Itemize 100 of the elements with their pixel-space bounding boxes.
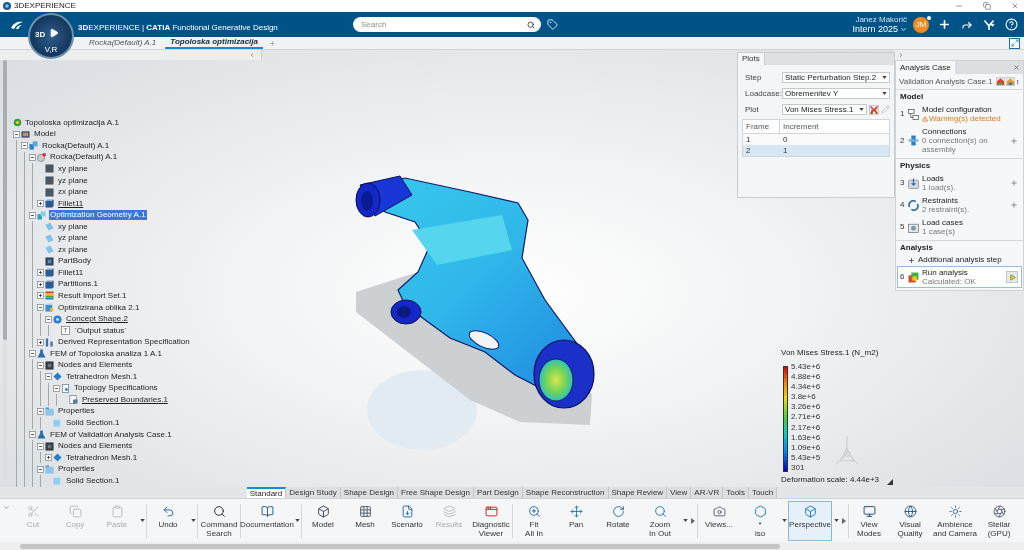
tree-item[interactable]: Optimizirana oblika 2.1 xyxy=(57,302,141,313)
tree-item[interactable]: Fillet11 xyxy=(57,198,85,209)
caret-icon[interactable] xyxy=(833,519,839,522)
collapse-toggle-icon[interactable] xyxy=(37,361,44,369)
table-row[interactable]: 2 1 xyxy=(743,145,889,156)
search-field[interactable]: Search xyxy=(353,17,541,32)
tree-item[interactable]: zx plane xyxy=(57,244,89,255)
zoom-button[interactable]: Zoom In Out xyxy=(639,500,681,541)
tree-item[interactable]: yz plane xyxy=(57,233,89,244)
chevron-down-icon[interactable] xyxy=(900,25,907,33)
compass-button[interactable]: 3D V,R xyxy=(28,13,74,59)
tree-item[interactable]: xy plane xyxy=(57,221,89,232)
collapse-toggle-icon[interactable] xyxy=(53,384,60,392)
house-icon[interactable] xyxy=(1006,77,1015,86)
collapse-toggle-icon[interactable] xyxy=(37,442,44,450)
collapse-toggle-icon[interactable] xyxy=(29,153,36,161)
tree-item[interactable]: Properties xyxy=(57,464,96,475)
caret-icon[interactable] xyxy=(882,76,887,79)
dropdown[interactable]: Static Perturbation Step.2 xyxy=(782,72,890,83)
expand-toggle-icon[interactable] xyxy=(37,269,44,277)
mesh-button[interactable]: Mesh xyxy=(344,500,386,541)
collapse-toggle-icon[interactable] xyxy=(29,350,36,358)
workspace-selector[interactable]: Intern 2025 xyxy=(852,23,907,35)
swoosh-logo-icon[interactable] xyxy=(10,19,24,30)
tree-item[interactable]: Topoloska optimizacija A.1 xyxy=(24,117,120,128)
tree-item[interactable]: Nodes and Elements xyxy=(57,360,134,371)
collapse-toggle-icon[interactable] xyxy=(37,465,44,473)
pan-button[interactable]: Pan xyxy=(555,500,597,541)
analysis-step[interactable]: 3 Loads 1 load(s). xyxy=(897,172,1022,194)
tree-item[interactable]: Preserved Boundaries.1 xyxy=(81,394,169,405)
tree-item[interactable]: Topology Specifications xyxy=(73,383,159,394)
more-arrow-icon[interactable] xyxy=(691,517,695,524)
tree-item[interactable]: Properties xyxy=(57,406,96,417)
tree-item[interactable]: xy plane xyxy=(57,163,89,174)
tree-item[interactable]: Rocka(Default) A.1 xyxy=(41,140,111,151)
plus-icon[interactable] xyxy=(908,256,915,264)
caret-icon[interactable] xyxy=(882,92,887,95)
command-search-button[interactable]: Command Search xyxy=(198,500,240,541)
caret-icon[interactable] xyxy=(859,108,864,111)
perspective-button[interactable]: Perspective xyxy=(788,500,832,541)
tree-item[interactable]: FEM of Validation Analysis Case.1 xyxy=(49,429,173,440)
collapse-toggle-icon[interactable] xyxy=(37,304,44,311)
collapse-toggle-icon[interactable] xyxy=(45,373,52,381)
collapse-toggle-icon[interactable] xyxy=(37,407,44,415)
stellar-button[interactable]: Stellar (GPU) xyxy=(979,500,1019,541)
tree-item[interactable]: yz plane xyxy=(57,175,89,186)
diagnostic-viewer-button[interactable]: Diagnostic Viewer xyxy=(470,500,512,541)
tree-item[interactable]: Tetrahedron Mesh.1 xyxy=(65,371,139,382)
tree-item[interactable]: Tetrahedron Mesh.1 xyxy=(65,452,139,463)
tree-item[interactable]: zx plane xyxy=(57,187,89,198)
close-icon[interactable] xyxy=(1013,64,1020,71)
tree-item[interactable]: Partitions.1 xyxy=(57,279,100,290)
tree-item[interactable]: Concept Shape.2 xyxy=(65,314,129,325)
table-row[interactable]: 1 0 xyxy=(743,134,889,145)
undo-button[interactable]: Undo xyxy=(147,500,189,541)
horizontal-scrollbar[interactable] xyxy=(0,542,1024,550)
tree-item[interactable]: Fillet11 xyxy=(57,267,85,278)
ambience-button[interactable]: Ambience and Camera xyxy=(931,500,979,541)
caret-icon[interactable] xyxy=(682,519,688,522)
documentation-button[interactable]: Documentation xyxy=(241,500,293,541)
collapse-toggle-icon[interactable] xyxy=(45,315,52,323)
document-tab[interactable]: Rocka(Default) A.1 xyxy=(84,37,162,49)
expand-toggle-icon[interactable] xyxy=(37,280,44,288)
tree-item[interactable]: Solid Section.1 xyxy=(65,475,121,486)
expand-toggle-icon[interactable] xyxy=(37,200,44,208)
tree-item[interactable]: `Output status` xyxy=(73,325,128,336)
caret-icon[interactable] xyxy=(294,519,300,522)
caret-icon[interactable] xyxy=(781,519,787,522)
house-icon[interactable] xyxy=(996,77,1005,86)
analysis-step[interactable]: 4 Restraints 2 restraint(s). xyxy=(897,194,1022,216)
tree-item[interactable]: Optimization Geometry A.1 xyxy=(49,210,147,221)
expand-toggle-icon[interactable] xyxy=(37,292,44,300)
more-arrow-icon[interactable] xyxy=(842,517,846,524)
add-step-button[interactable]: Additional analysis step xyxy=(896,254,1023,266)
dropdown[interactable]: Von Mises Stress.1 xyxy=(782,104,867,115)
collapse-toggle-icon[interactable] xyxy=(13,130,20,138)
rotate-button[interactable]: Rotate xyxy=(597,500,639,541)
close-icon[interactable] xyxy=(1011,2,1019,10)
expand-toggle-icon[interactable] xyxy=(45,454,52,462)
tree-item[interactable]: Result Import Set.1 xyxy=(57,290,128,301)
add-icon[interactable] xyxy=(938,18,951,31)
fork-icon[interactable] xyxy=(983,18,995,31)
tree-item[interactable]: Nodes and Elements xyxy=(57,441,134,452)
expand-toggle-icon[interactable] xyxy=(37,338,44,346)
collapse-toggle-icon[interactable] xyxy=(21,142,28,150)
tree-item[interactable]: Solid Section.1 xyxy=(65,418,121,428)
search-icon[interactable] xyxy=(527,20,535,29)
color-plot-icon[interactable] xyxy=(869,104,879,115)
tree-item[interactable]: Derived Representation Specification xyxy=(57,337,191,348)
help-icon[interactable] xyxy=(1005,18,1018,31)
dropdown[interactable]: Obremenitev Y xyxy=(782,88,890,99)
visual-quality-button[interactable]: Visual Quality xyxy=(889,500,931,541)
tree-item[interactable]: Model xyxy=(33,129,57,140)
analysis-step[interactable]: 5 Load cases 1 case(s) xyxy=(897,216,1022,238)
collapse-toggle-icon[interactable] xyxy=(29,431,36,439)
caret-icon[interactable] xyxy=(190,519,196,522)
analysis-step[interactable]: 2 Connections 0 connection(s) on assembly xyxy=(897,125,1022,156)
tag-icon[interactable] xyxy=(547,19,558,30)
resize-handle-icon[interactable] xyxy=(887,479,893,485)
analysis-case-tab[interactable]: Analysis Case xyxy=(896,61,955,74)
